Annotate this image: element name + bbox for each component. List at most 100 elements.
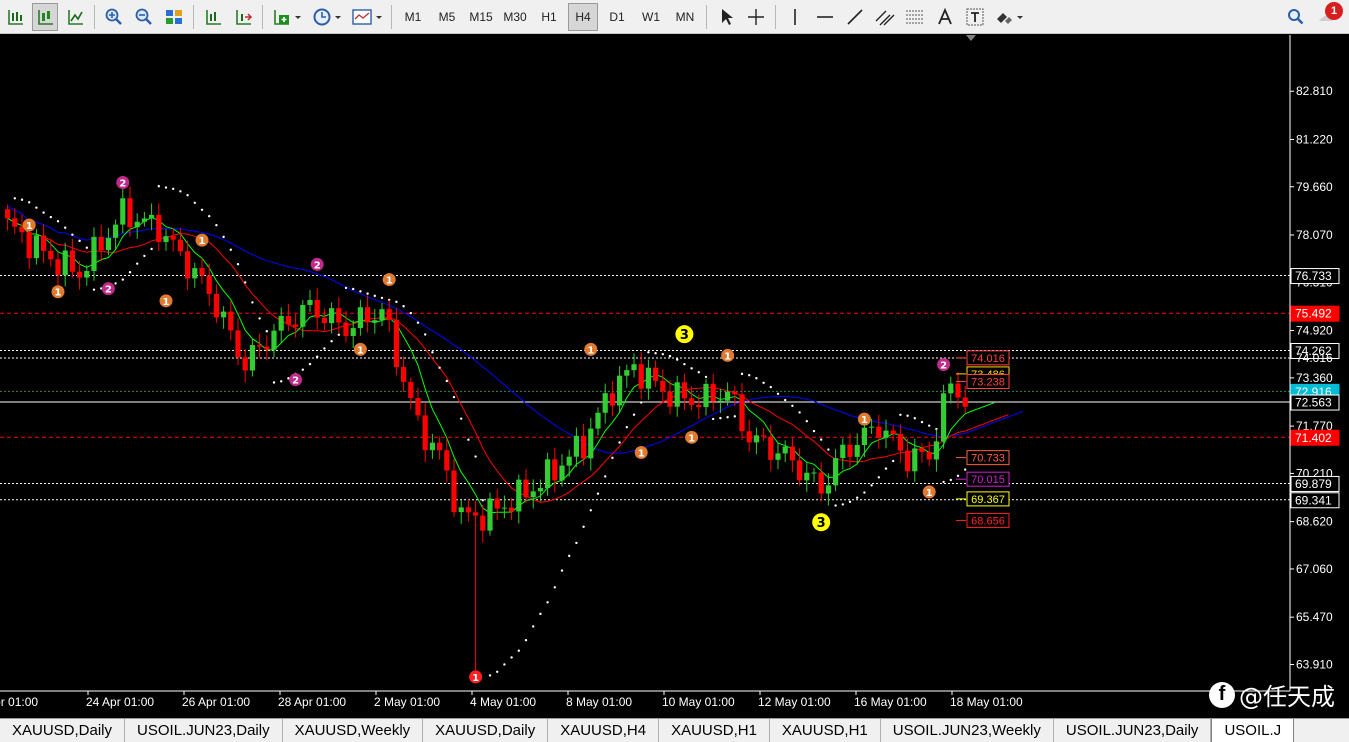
timeframe-mn-button[interactable]: MN xyxy=(670,3,700,31)
horizontal-line-icon[interactable] xyxy=(812,3,838,31)
zoom-out-icon[interactable] xyxy=(131,3,157,31)
price-tick-label: 73.360 xyxy=(1296,371,1333,385)
sar-dot xyxy=(13,197,16,200)
timeframe-m1-button[interactable]: M1 xyxy=(398,3,428,31)
candle-body xyxy=(69,250,75,272)
sar-dot xyxy=(539,612,542,616)
timeframe-m5-button[interactable]: M5 xyxy=(432,3,462,31)
chart-shift-icon[interactable] xyxy=(200,3,226,31)
chart-tab[interactable]: XAUUSD,H1 xyxy=(659,719,770,742)
line-chart-icon[interactable] xyxy=(62,3,88,31)
sar-dot xyxy=(445,379,448,383)
candle-body xyxy=(840,444,846,459)
chart-tab[interactable]: XAUUSD,Daily xyxy=(0,719,126,742)
sar-dot xyxy=(582,525,585,528)
sar-dot xyxy=(740,372,744,376)
timeframe-h1-button[interactable]: H1 xyxy=(534,3,564,31)
candle-body xyxy=(833,458,839,486)
candle-body xyxy=(480,515,486,531)
bar-chart-icon[interactable] xyxy=(2,3,28,31)
timeframe-h4-button[interactable]: H4 xyxy=(568,2,598,31)
price-tick-label: 82.810 xyxy=(1296,84,1333,98)
chart-tabs: XAUUSD,Daily USOIL.JUN23,Daily XAUUSD,We… xyxy=(0,718,1349,742)
sar-dot xyxy=(251,301,254,304)
price-tag-text: 69.341 xyxy=(1295,493,1332,507)
sar-dot xyxy=(503,663,506,666)
tile-windows-icon[interactable] xyxy=(161,3,187,31)
equidistant-channel-icon[interactable] xyxy=(872,3,898,31)
candle-body xyxy=(329,308,335,324)
price-tick-label: 81.220 xyxy=(1296,132,1333,146)
wave-marker-label: 2 xyxy=(292,376,299,387)
sar-dot xyxy=(157,185,160,188)
toolbar-separator xyxy=(193,4,194,29)
wave-marker-label: 1 xyxy=(587,345,594,356)
chart-tab[interactable]: USOIL.JUN23,Daily xyxy=(125,719,283,742)
sar-dot xyxy=(92,288,96,291)
chart-tab[interactable]: XAUUSD,H4 xyxy=(548,719,660,742)
price-chart[interactable]: 1122112211113113112174.01673.48673.23870… xyxy=(0,35,1349,718)
sar-dot xyxy=(63,226,67,229)
vertical-line-icon[interactable] xyxy=(782,3,808,31)
chart-tab[interactable]: XAUUSD,Daily xyxy=(423,719,549,742)
chart-tab[interactable]: XAUUSD,Weekly xyxy=(283,719,424,742)
timeframe-d1-button[interactable]: D1 xyxy=(602,3,632,31)
candle-body xyxy=(91,236,97,271)
templates-dropdown-icon[interactable] xyxy=(349,3,385,31)
candle-body xyxy=(869,426,875,428)
zoom-in-icon[interactable] xyxy=(101,3,127,31)
sar-dot xyxy=(856,496,859,499)
indicators-dropdown-icon[interactable] xyxy=(269,3,305,31)
candle-body xyxy=(645,367,651,389)
timeframe-m30-button[interactable]: M30 xyxy=(500,3,530,31)
sar-dot xyxy=(589,509,592,512)
sar-dot xyxy=(726,416,729,419)
fibonacci-icon[interactable] xyxy=(902,3,928,31)
timeframe-w1-button[interactable]: W1 xyxy=(636,3,666,31)
search-icon[interactable] xyxy=(1283,3,1309,31)
level-label-text: 74.016 xyxy=(971,353,1005,365)
candle-body xyxy=(552,459,558,481)
chart-tab-active[interactable]: USOIL.J xyxy=(1211,719,1295,742)
trendline-icon[interactable] xyxy=(842,3,868,31)
level-label-text: 69.367 xyxy=(971,494,1005,506)
wave-marker-label: 2 xyxy=(105,285,112,296)
sar-dot xyxy=(78,239,81,243)
candle-body xyxy=(883,430,889,438)
chart-tab[interactable]: USOIL.JUN23,Daily xyxy=(1054,719,1212,742)
sar-dot xyxy=(229,248,232,251)
wave-marker-label: 1 xyxy=(163,297,170,308)
timeframe-m15-button[interactable]: M15 xyxy=(466,3,496,31)
sar-dot xyxy=(373,294,376,298)
price-tag-text: 71.402 xyxy=(1295,431,1332,445)
clock-dropdown-icon[interactable] xyxy=(309,3,345,31)
sar-dot xyxy=(337,333,340,337)
chart-tab[interactable]: XAUUSD,H1 xyxy=(770,719,881,742)
main-toolbar: M1 M5 M15 M30 H1 H4 D1 W1 MN 1 xyxy=(0,0,1349,34)
candlestick-chart-svg[interactable]: 1122112211113113112174.01673.48673.23870… xyxy=(0,35,1349,718)
candle-body xyxy=(408,381,414,399)
candle-body xyxy=(617,375,623,406)
sar-dot xyxy=(877,476,880,479)
candle-body xyxy=(285,315,291,325)
text-label-icon[interactable] xyxy=(962,3,988,31)
candle-body xyxy=(797,460,803,481)
wave-marker-label: 2 xyxy=(314,260,321,271)
candle-body xyxy=(631,364,637,371)
wave-marker-label: 2 xyxy=(119,179,126,190)
wave-marker-label: 3 xyxy=(817,516,826,531)
candle-body xyxy=(206,275,212,294)
text-tool-icon[interactable] xyxy=(932,3,958,31)
sar-dot xyxy=(316,355,319,358)
candle-body xyxy=(55,259,61,276)
cursor-arrow-icon[interactable] xyxy=(713,3,739,31)
wave-marker-label: 1 xyxy=(55,288,62,299)
sar-dot xyxy=(330,340,333,343)
candlestick-icon[interactable] xyxy=(32,2,58,31)
chart-tab[interactable]: USOIL.JUN23,Weekly xyxy=(881,719,1054,742)
shapes-dropdown-icon[interactable] xyxy=(992,3,1028,31)
auto-scroll-icon[interactable] xyxy=(230,3,256,31)
candle-body xyxy=(336,308,342,323)
notifications-icon[interactable]: 1 xyxy=(1313,2,1343,31)
crosshair-icon[interactable] xyxy=(743,3,769,31)
